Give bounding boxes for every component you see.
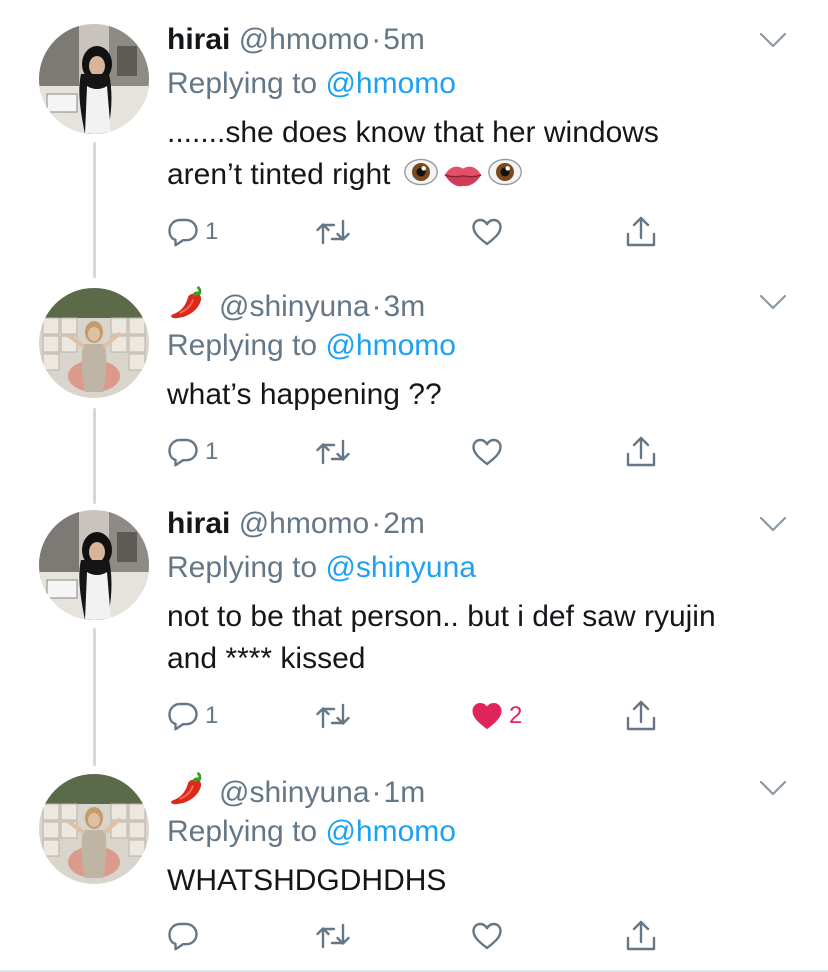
tweet-text: WHATSHDGDHDHS (167, 860, 788, 902)
display-name[interactable]: hirai (167, 23, 230, 56)
tweet-text: not to be that person.. but i def saw ry… (167, 596, 788, 680)
tweet-header: @shinyuna·1m (167, 770, 788, 809)
chili-icon (167, 770, 209, 817)
retweet-button[interactable] (315, 696, 351, 736)
avatar[interactable] (39, 774, 149, 884)
chevron-down-icon[interactable] (758, 30, 788, 50)
share-button[interactable] (625, 432, 657, 472)
eye-icon (403, 154, 439, 202)
tweet-header: hirai @hmomo·2m (167, 506, 788, 542)
replying-to-link[interactable]: @shinyuna (325, 551, 476, 584)
thread-line (93, 628, 96, 766)
share-button[interactable] (625, 212, 657, 252)
handle[interactable]: @hmomo (239, 507, 370, 540)
tweet-text-line: .......she does know that her windows (167, 116, 659, 149)
timestamp[interactable]: 2m (383, 507, 425, 540)
avatar[interactable] (39, 24, 149, 134)
chili-icon (167, 284, 209, 331)
share-icon (625, 919, 657, 953)
thread-line (93, 408, 96, 504)
replying-to: Replying to @hmomo (167, 66, 788, 102)
replying-label: Replying to (167, 67, 326, 100)
reply-button[interactable] (167, 916, 199, 956)
reply-icon (167, 216, 199, 248)
tweet-header: hirai @hmomo·5m (167, 22, 788, 58)
avatar[interactable] (39, 510, 149, 620)
retweet-button[interactable] (315, 432, 351, 472)
share-icon (625, 699, 657, 733)
replying-to: Replying to @hmomo (167, 328, 788, 364)
retweet-icon (315, 700, 351, 732)
replying-to: Replying to @shinyuna (167, 550, 788, 586)
reply-button[interactable]: 1 (167, 432, 218, 472)
tweet-text-line: WHATSHDGDHDHS (167, 864, 447, 897)
heart-filled-icon (471, 701, 503, 731)
reply-count: 1 (205, 218, 219, 245)
replying-label: Replying to (167, 551, 326, 584)
tweet-text: .......she does know that her windows ar… (167, 112, 788, 202)
separator: · (371, 776, 382, 809)
display-name[interactable]: hirai (167, 507, 230, 540)
reply-button[interactable]: 1 (167, 696, 218, 736)
reply-count: 1 (205, 438, 219, 465)
tweet-text: what’s happening ?? (167, 374, 788, 416)
avatar[interactable] (39, 288, 149, 398)
retweet-icon (315, 436, 351, 468)
reply-icon (167, 920, 199, 952)
heart-icon (471, 437, 503, 467)
tweet-header: @shinyuna·3m (167, 284, 788, 323)
like-count: 2 (509, 702, 523, 729)
separator: · (371, 507, 382, 540)
reply-icon (167, 700, 199, 732)
replying-label: Replying to (167, 815, 326, 848)
heart-icon (471, 921, 503, 951)
separator: · (371, 290, 382, 323)
replying-to-link[interactable]: @hmomo (325, 815, 456, 848)
like-button[interactable] (471, 916, 503, 956)
handle[interactable]: @shinyuna (219, 290, 370, 323)
reply-button[interactable]: 1 (167, 212, 218, 252)
timestamp[interactable]: 5m (383, 23, 425, 56)
retweet-button[interactable] (315, 212, 351, 252)
share-icon (625, 435, 657, 469)
reply-count: 1 (205, 702, 219, 729)
tweet-text-line: aren’t tinted right (167, 158, 391, 191)
like-button[interactable] (471, 212, 503, 252)
timestamp[interactable]: 1m (384, 776, 426, 809)
tweet-text-line: not to be that person.. but i def saw ry… (167, 600, 716, 633)
lips-icon (443, 160, 483, 202)
handle[interactable]: @hmomo (239, 23, 370, 56)
reply-icon (167, 436, 199, 468)
chevron-down-icon[interactable] (758, 778, 788, 798)
separator: · (371, 23, 382, 56)
tweet[interactable]: hirai @hmomo·5m Replying to @hmomo .....… (0, 0, 828, 270)
chevron-down-icon[interactable] (758, 514, 788, 534)
heart-icon (471, 217, 503, 247)
share-icon (625, 215, 657, 249)
handle[interactable]: @shinyuna (219, 776, 370, 809)
retweet-button[interactable] (315, 916, 351, 956)
tweet-text-line: and **** kissed (167, 642, 366, 675)
like-button[interactable] (471, 432, 503, 472)
chevron-down-icon[interactable] (758, 292, 788, 312)
retweet-icon (315, 920, 351, 952)
replying-to: Replying to @hmomo (167, 814, 788, 850)
replying-to-link[interactable]: @hmomo (325, 329, 456, 362)
share-button[interactable] (625, 916, 657, 956)
like-button[interactable]: 2 (471, 696, 522, 736)
share-button[interactable] (625, 696, 657, 736)
replying-label: Replying to (167, 329, 326, 362)
timestamp[interactable]: 3m (384, 290, 426, 323)
eye-icon (487, 154, 523, 202)
tweet-text-line: what’s happening ?? (167, 378, 442, 411)
retweet-icon (315, 216, 351, 248)
replying-to-link[interactable]: @hmomo (325, 67, 456, 100)
